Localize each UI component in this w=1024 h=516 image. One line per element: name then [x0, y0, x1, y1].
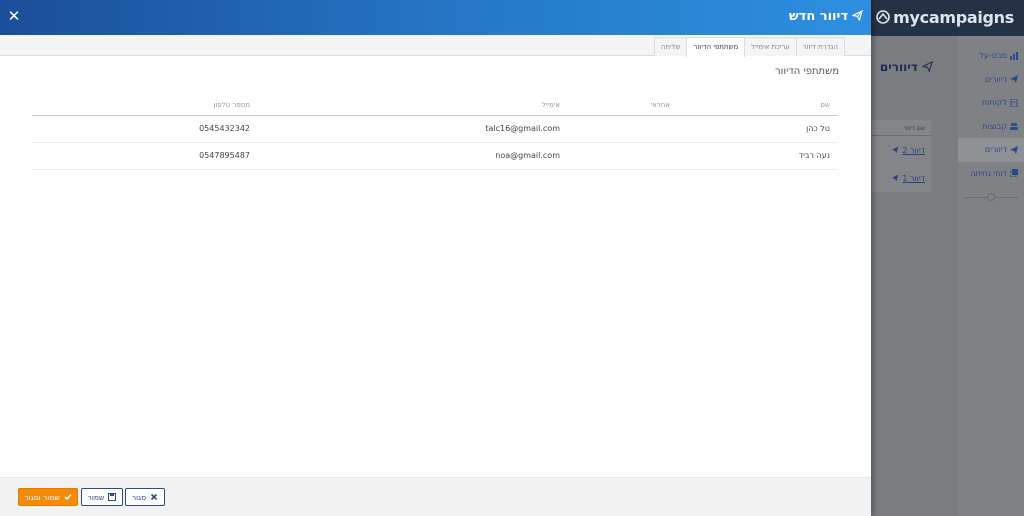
- check-icon: [64, 494, 72, 501]
- top-bar: mycampaigns: [871, 0, 1024, 36]
- close-icon: [151, 493, 158, 501]
- send-icon: [852, 10, 863, 21]
- tab-edit-email[interactable]: עריכת אימייל: [744, 37, 797, 56]
- cell-responsible: [568, 142, 678, 170]
- cell-email: talc16@gmail.com: [258, 115, 568, 143]
- brand-logo[interactable]: mycampaigns: [876, 8, 1014, 27]
- sidebar-item-overview[interactable]: מבט-על: [958, 44, 1024, 68]
- brand-name: mycampaigns: [893, 8, 1014, 27]
- sidebar: מבט-על דיוורים לקוחות קבוצות דיוורים דוח…: [958, 36, 1024, 516]
- list-item[interactable]: דיוור 2: [871, 136, 931, 164]
- modal-title: דיוור חדש: [789, 9, 863, 24]
- send-icon: [1010, 145, 1018, 154]
- cell-phone: 0545432342: [32, 115, 258, 143]
- cell-responsible: [568, 115, 678, 143]
- cell-email: noa@gmail.com: [258, 142, 568, 170]
- sidebar-item-customers[interactable]: לקוחות: [958, 91, 1024, 115]
- sidebar-item-mailings-active[interactable]: דיוורים: [958, 138, 1024, 162]
- cell-phone: 0547895487: [32, 142, 258, 170]
- tabs: הגדרת דיוור עריכת אימייל משתתפי הדיוור ש…: [653, 37, 845, 57]
- chart-icon: [1010, 51, 1018, 60]
- sidebar-collapse-divider: [964, 193, 1018, 201]
- sidebar-item-landing-reports[interactable]: דוחי נחיתה: [958, 162, 1024, 186]
- table-row[interactable]: טל כהן talc16@gmail.com 0545432342: [32, 115, 838, 143]
- cancel-button[interactable]: סגור: [125, 488, 165, 506]
- sidebar-item-mailings[interactable]: דיוורים: [958, 68, 1024, 92]
- main-content: דיוורים שם דיוור דיוור 2 דיוור 1: [871, 36, 958, 516]
- tab-mailing-settings[interactable]: הגדרת דיוור: [795, 37, 845, 56]
- page-title: דיוורים: [880, 60, 933, 74]
- close-icon[interactable]: ✕: [7, 9, 21, 24]
- list-item[interactable]: דיוור 1: [871, 164, 931, 192]
- new-mailing-modal: ✕ דיוור חדש הגדרת דיוור עריכת אימייל משת…: [0, 0, 871, 516]
- tabs-bar: הגדרת דיוור עריכת אימייל משתתפי הדיוור ש…: [0, 35, 871, 57]
- table-header-row: שם אחראי אימייל מספר טלפון: [32, 96, 838, 116]
- copy-icon: [1010, 169, 1018, 178]
- sidebar-item-groups[interactable]: קבוצות: [958, 115, 1024, 139]
- logo-icon: [876, 10, 890, 24]
- modal-header: ✕ דיוור חדש: [0, 0, 871, 35]
- column-header-email[interactable]: אימייל: [258, 96, 568, 116]
- send-icon: [922, 61, 933, 72]
- send-icon: [891, 174, 899, 182]
- collapse-toggle-icon[interactable]: [987, 193, 995, 201]
- background-app: mycampaigns דיוורים שם דיוור דיוור 2 דיו…: [871, 0, 1024, 516]
- list-header: שם דיוור: [871, 120, 931, 136]
- save-button[interactable]: שמור: [81, 488, 123, 506]
- send-icon: [1010, 75, 1018, 84]
- column-header-phone[interactable]: מספר טלפון: [32, 96, 258, 116]
- cell-name: נעה רביד: [678, 142, 838, 170]
- tab-send[interactable]: שליחה: [653, 37, 688, 56]
- campaign-list: שם דיוור דיוור 2 דיוור 1: [871, 120, 931, 192]
- send-icon: [891, 146, 899, 154]
- floppy-disk-icon: [108, 493, 117, 501]
- column-header-responsible[interactable]: אחראי: [568, 96, 678, 116]
- table-row[interactable]: נעה רביד noa@gmail.com 0547895487: [32, 142, 838, 170]
- participants-table: שם אחראי אימייל מספר טלפון טל כהן talc16…: [32, 96, 838, 170]
- tab-participants[interactable]: משתתפי הדיוור: [686, 37, 746, 57]
- modal-footer: שמור וסגור שמור סגור: [0, 477, 871, 516]
- section-title: משתתפי הדיוור: [774, 66, 839, 77]
- cell-name: טל כהן: [678, 115, 838, 143]
- save-and-close-button[interactable]: שמור וסגור: [18, 488, 78, 506]
- contacts-icon: [1010, 98, 1018, 107]
- group-icon: [1010, 123, 1018, 131]
- column-header-name[interactable]: שם: [678, 96, 838, 116]
